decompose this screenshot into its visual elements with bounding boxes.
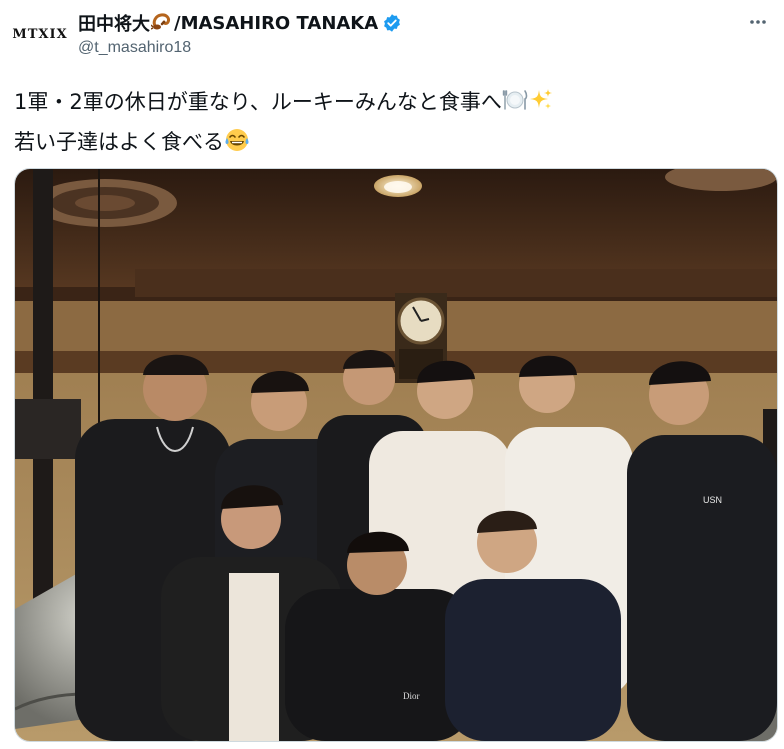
avatar[interactable]: MTXIX [12, 8, 68, 60]
display-name-suffix[interactable]: /MASAHIRO TANAKA [174, 13, 378, 34]
more-options-button[interactable] [742, 6, 774, 38]
group-photo: USN Dior [15, 169, 777, 741]
fork-knife-plate-icon [502, 87, 528, 124]
display-name[interactable]: 田中将大 [78, 10, 150, 36]
tweet-line-1: 1軍・2軍の休日が重なり、ルーキーみんなと食事へ [14, 84, 754, 124]
tweet: MTXIX 田中将大 /MASAHIRO TANAKA @t_masahiro1… [0, 0, 784, 749]
sparkles-icon [528, 87, 554, 124]
user-handle[interactable]: @t_masahiro18 [78, 39, 402, 57]
svg-text:USN: USN [703, 495, 722, 505]
tweet-line-2: 若い子達はよく食べる [14, 124, 754, 164]
tweet-photo[interactable]: USN Dior [14, 168, 778, 742]
verified-badge-icon [382, 13, 402, 33]
name-row: 田中将大 /MASAHIRO TANAKA [78, 10, 402, 36]
scorpion-icon [150, 10, 173, 36]
tweet-header: 田中将大 /MASAHIRO TANAKA @t_masahiro18 [78, 10, 402, 57]
svg-text:Dior: Dior [403, 691, 420, 701]
tears-of-joy-icon [224, 127, 250, 164]
more-icon [750, 20, 766, 24]
avatar-logo: MTXIX [12, 26, 68, 42]
tweet-line-1-text: 1軍・2軍の休日が重なり、ルーキーみんなと食事へ [14, 90, 502, 114]
tweet-line-2-text: 若い子達はよく食べる [14, 130, 224, 154]
tweet-text: 1軍・2軍の休日が重なり、ルーキーみんなと食事へ 若い子達はよく食べる [14, 84, 754, 164]
